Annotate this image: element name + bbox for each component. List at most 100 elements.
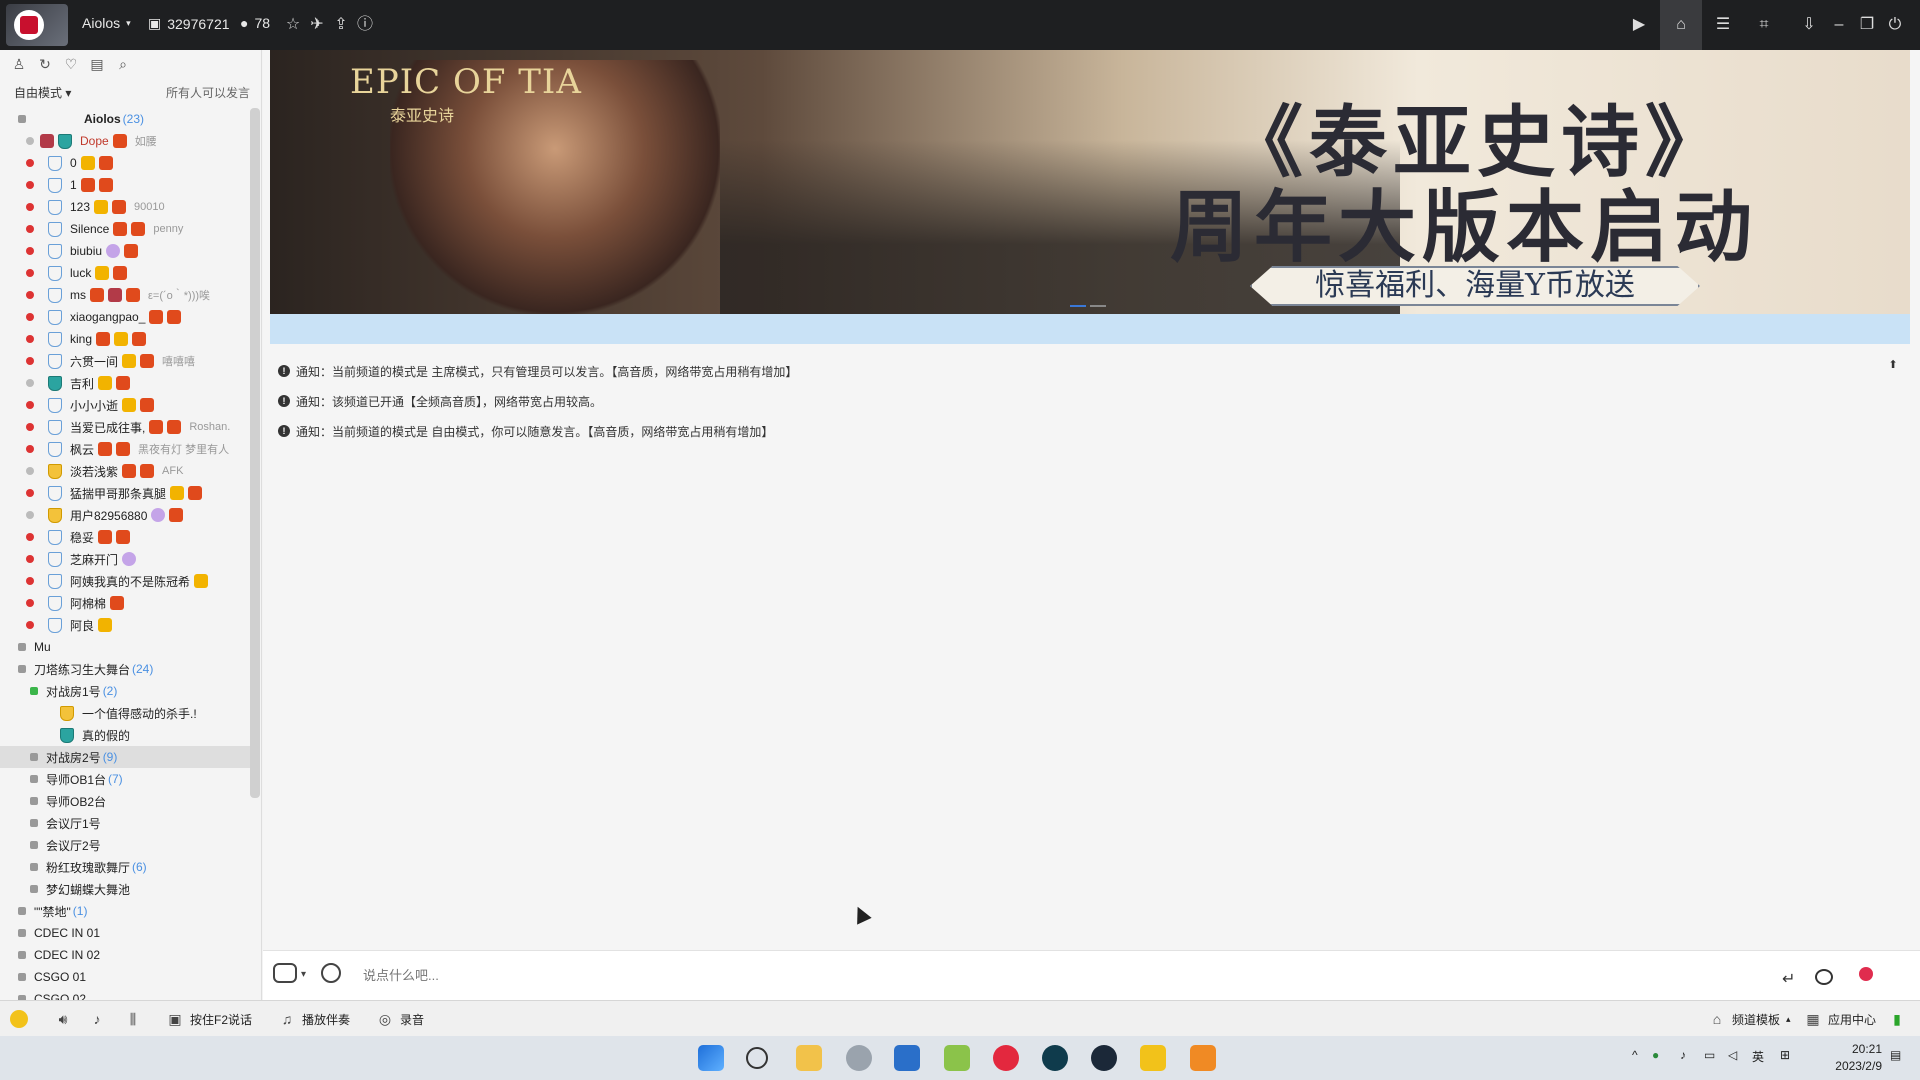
message-input[interactable]	[363, 965, 963, 985]
video-icon[interactable]: ▶	[1628, 14, 1650, 36]
pager-dot[interactable]	[1090, 305, 1106, 307]
file-explorer-icon[interactable]	[796, 1045, 822, 1071]
microphone-icon[interactable]: ♪	[88, 1010, 106, 1028]
member-row[interactable]: 芝麻开门	[0, 548, 252, 570]
member-row[interactable]: 用户82956880	[0, 504, 252, 526]
member-row[interactable]: 阿姨我真的不是陈冠希	[0, 570, 252, 592]
refresh-icon[interactable]: ↻	[36, 55, 54, 73]
member-row[interactable]: 真的假的	[0, 724, 252, 746]
channel-row[interactable]: 粉红玫瑰歌舞厅 (6)	[0, 856, 252, 878]
member-row[interactable]: luck	[0, 262, 252, 284]
info-icon[interactable]: ⓘ	[354, 14, 376, 36]
steam-icon[interactable]	[1091, 1045, 1117, 1071]
send-icon[interactable]: ↵	[1782, 969, 1795, 989]
equalizer-icon[interactable]: ⫼	[124, 1010, 142, 1028]
circle-app-icon[interactable]	[1042, 1045, 1068, 1071]
channel-row[interactable]: 对战房1号 (2)	[0, 680, 252, 702]
channel-row[interactable]: 会议厅2号	[0, 834, 252, 856]
microphone-icon[interactable]: ♪	[1680, 1048, 1686, 1062]
minimize-icon[interactable]: –	[1828, 14, 1850, 36]
airplane-icon[interactable]: ✈	[306, 14, 328, 36]
member-row[interactable]: biubiu	[0, 240, 252, 262]
store-icon[interactable]	[894, 1045, 920, 1071]
member-row[interactable]: 阿棉棉	[0, 592, 252, 614]
member-row[interactable]: 0	[0, 152, 252, 174]
power-icon[interactable]: ⏻	[1884, 14, 1906, 36]
volume-icon[interactable]: ◁	[1728, 1048, 1737, 1062]
channel-id[interactable]: ▣ 32976721	[148, 15, 230, 32]
member-row[interactable]: 淡若浅紫 AFK	[0, 460, 252, 482]
channel-name-menu[interactable]: Aiolos ▾	[82, 15, 131, 31]
home-button[interactable]: ⌂	[1660, 0, 1702, 50]
gamepad-icon[interactable]	[273, 963, 297, 983]
share-icon[interactable]: ⇪	[330, 14, 352, 36]
channel-row[interactable]: 导师OB1台 (7)	[0, 768, 252, 790]
chat-bubble-icon[interactable]	[1815, 969, 1833, 985]
member-row[interactable]: king	[0, 328, 252, 350]
channel-row[interactable]: 梦幻蝴蝶大舞池	[0, 878, 252, 900]
system-clock[interactable]: 20:21 2023/2/9	[1822, 1041, 1882, 1075]
member-row[interactable]: Silence penny	[0, 218, 252, 240]
chevron-down-icon[interactable]: ▾	[301, 969, 306, 980]
member-row[interactable]: 六贯一间 嘻嘻嘻	[0, 350, 252, 372]
user-icon[interactable]: ♙	[10, 55, 28, 73]
push-to-talk-button[interactable]: ▣ 按住F2说话	[166, 1010, 252, 1028]
record-button[interactable]: ◎ 录音	[376, 1010, 424, 1028]
speaker-icon[interactable]: 🔊︎	[54, 1010, 72, 1028]
channel-row[interactable]: CDEC IN 02	[0, 944, 252, 966]
game-app-icon[interactable]	[944, 1045, 970, 1071]
star-icon[interactable]: ☆	[282, 14, 304, 36]
keyboard-layout-icon[interactable]: ⊞	[1780, 1048, 1790, 1062]
channel-row[interactable]: 会议厅1号	[0, 812, 252, 834]
member-row[interactable]: 一个值得感动的杀手.!	[0, 702, 252, 724]
member-row[interactable]: xiaogangpao_	[0, 306, 252, 328]
download-icon[interactable]: ⇩	[1798, 14, 1820, 36]
banner-pager[interactable]	[1070, 305, 1106, 307]
channel-row[interactable]: 刀塔练习生大舞台 (24)	[0, 658, 252, 680]
online-count[interactable]: ● 78	[240, 15, 270, 31]
app-logo[interactable]	[6, 4, 68, 46]
channel-row[interactable]: Mu	[0, 636, 252, 658]
channel-row[interactable]: ""禁地" (1)	[0, 900, 252, 922]
network-icon[interactable]: ▭	[1704, 1048, 1715, 1062]
search-icon[interactable]	[746, 1047, 768, 1069]
member-row[interactable]: 123 90010	[0, 196, 252, 218]
start-icon[interactable]	[698, 1045, 724, 1071]
netease-music-icon[interactable]	[993, 1045, 1019, 1071]
channel-row[interactable]: CDEC IN 01	[0, 922, 252, 944]
gamepad-icon[interactable]: ⌗	[1753, 14, 1775, 36]
member-row[interactable]: 吉利	[0, 372, 252, 394]
user-app-icon[interactable]	[846, 1045, 872, 1071]
list-icon[interactable]: ☰	[1712, 14, 1734, 36]
pager-dot-active[interactable]	[1070, 305, 1086, 307]
app-center-button[interactable]: ▦ 应用中心	[1804, 1010, 1876, 1028]
promo-banner[interactable]: EPIC OF TIA 泰亚史诗 《泰亚史诗》 周年大版本启动 惊喜福利、海量Y…	[270, 50, 1910, 314]
member-row[interactable]: 1	[0, 174, 252, 196]
member-row[interactable]: 枫云 黑夜有灯 梦里有人	[0, 438, 252, 460]
member-row[interactable]: 阿良	[0, 614, 252, 636]
notification-icon[interactable]: ▤	[1890, 1048, 1901, 1062]
mode-dropdown[interactable]: 自由模式 ▾	[14, 84, 71, 101]
search-icon[interactable]: ⌕	[114, 55, 132, 73]
security-icon[interactable]: ●	[1652, 1048, 1659, 1062]
restore-icon[interactable]: ❐	[1856, 14, 1878, 36]
owner-row[interactable]: Dope 如腰	[0, 130, 252, 152]
channel-template-button[interactable]: ⌂ 频道模板 ▴	[1708, 1010, 1791, 1028]
document-icon[interactable]: ▤	[88, 55, 106, 73]
member-row[interactable]: ms ε=(´ο｀*)))唉	[0, 284, 252, 306]
chevron-up-icon[interactable]: ^	[1632, 1048, 1638, 1062]
root-channel[interactable]: Aiolos (23)	[0, 108, 252, 130]
member-row[interactable]: 小小小逝	[0, 394, 252, 416]
emoji-icon[interactable]	[321, 963, 341, 983]
ime-indicator[interactable]: 英	[1752, 1048, 1764, 1065]
heart-icon[interactable]: ♡	[62, 55, 80, 73]
scroll-top-icon[interactable]: ⬆	[1885, 358, 1901, 374]
channel-row[interactable]: 对战房2号 (9)	[0, 746, 252, 768]
member-row[interactable]: 稳妥	[0, 526, 252, 548]
avatar[interactable]	[10, 1010, 28, 1028]
sidebar-scrollbar[interactable]	[250, 108, 260, 798]
orange-app-icon[interactable]	[1190, 1045, 1216, 1071]
channel-row[interactable]: 导师OB2台	[0, 790, 252, 812]
yy-icon[interactable]	[1140, 1045, 1166, 1071]
channel-row[interactable]: CSGO 01	[0, 966, 252, 988]
